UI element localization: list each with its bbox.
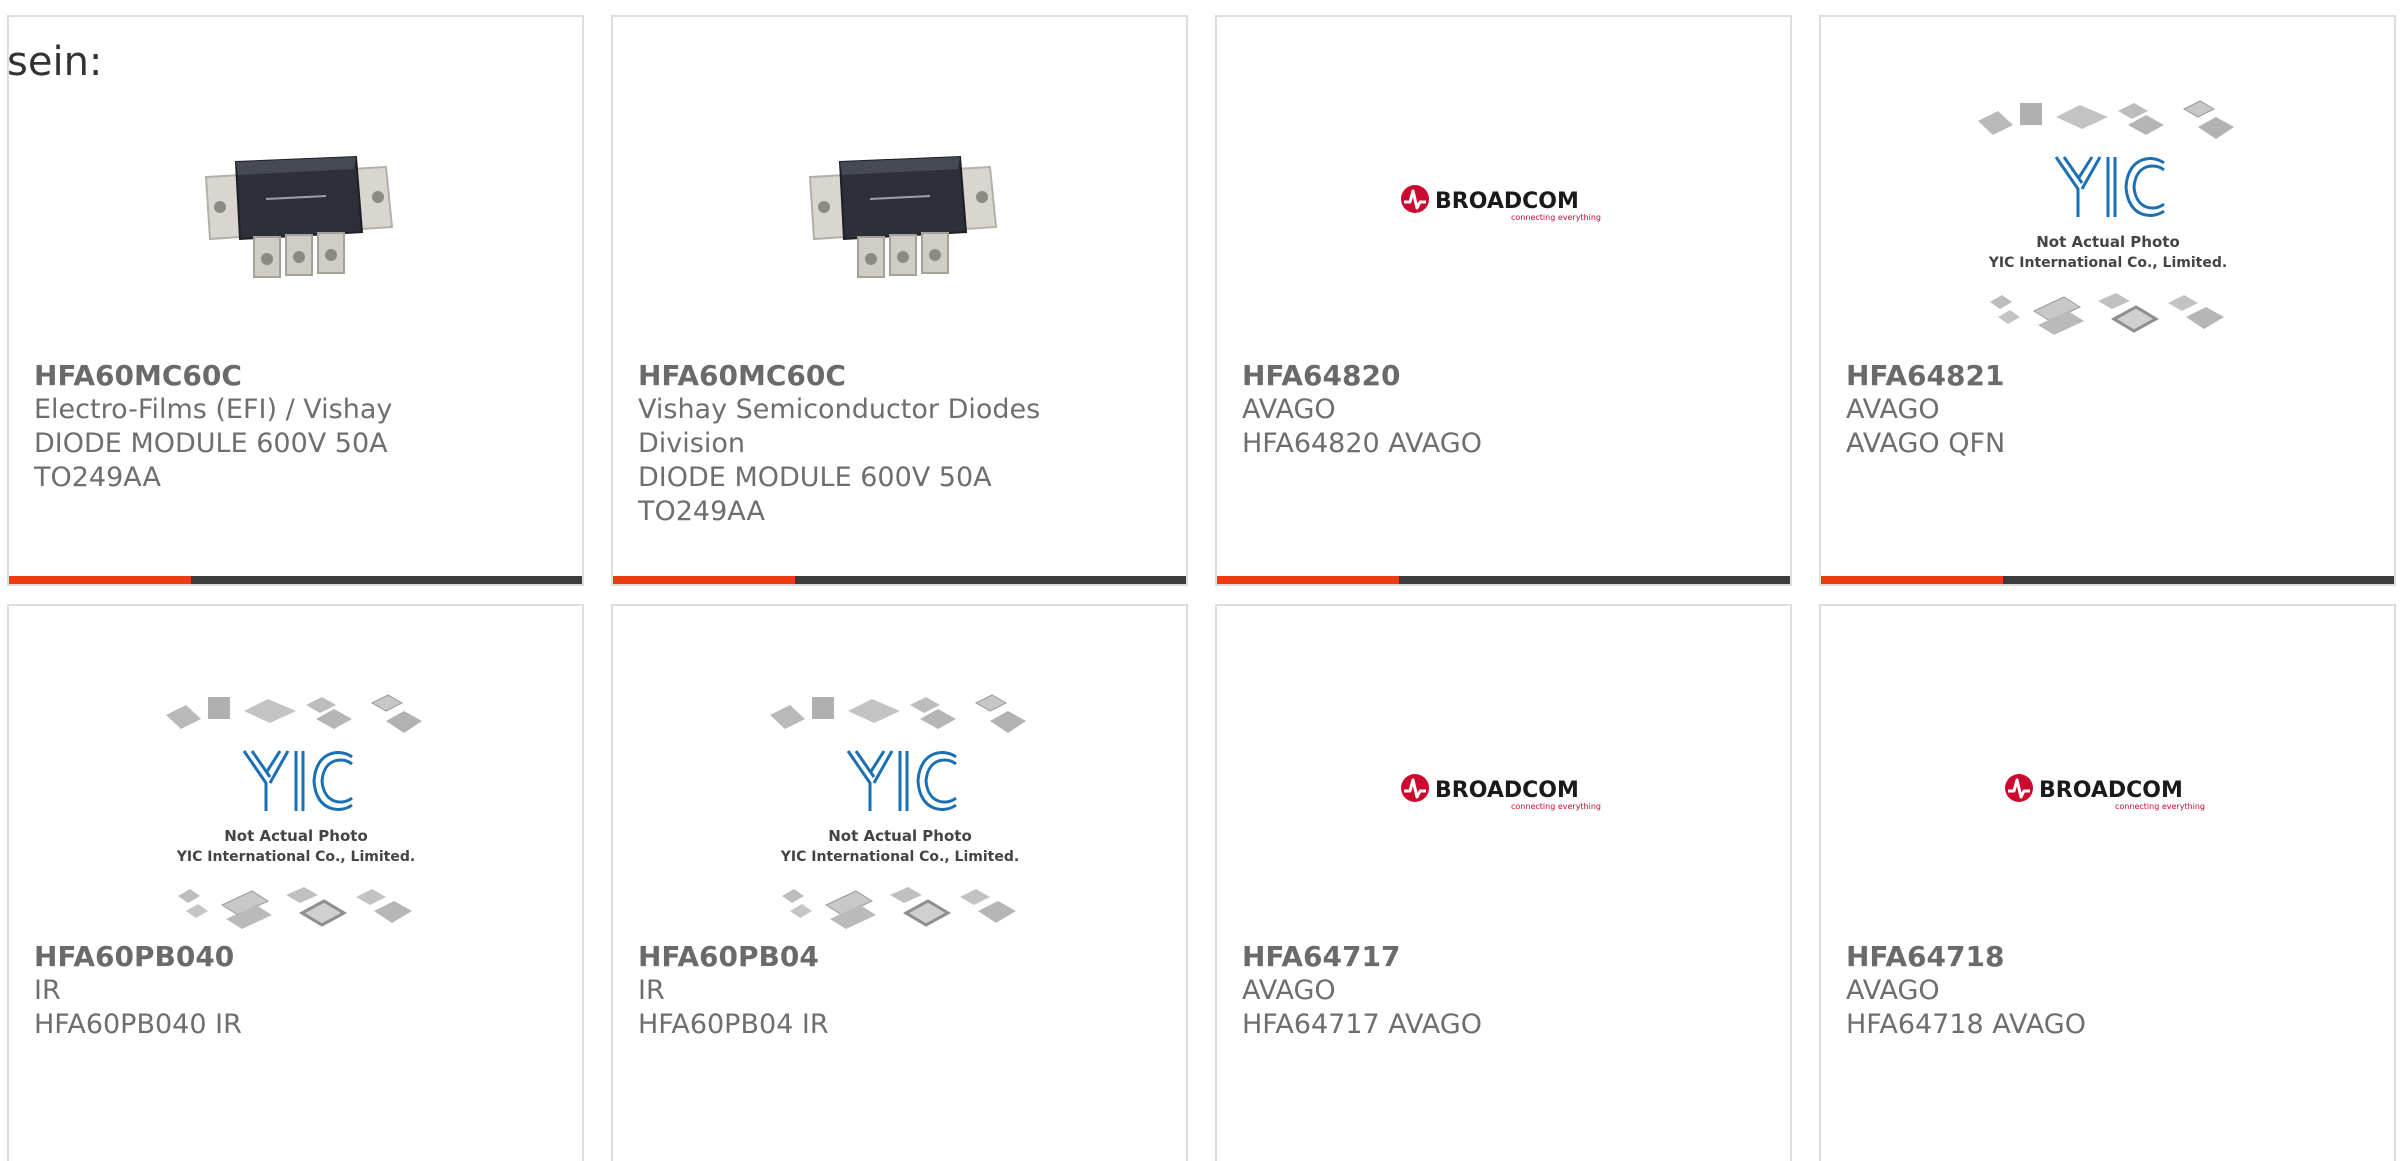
yic-placeholder-image: Not Actual Photo YIC International Co., … [165, 694, 422, 929]
product-card[interactable]: BROADCOM connecting everything HFA64718 A… [1819, 604, 2396, 1161]
part-number[interactable]: HFA64718 [1846, 940, 2374, 974]
yic-monogram [2054, 156, 2165, 217]
product-detail-line: DIODE MODULE 600V 50A [34, 428, 388, 459]
yic-placeholder-image: Not Actual Photo YIC International Co., … [769, 694, 1026, 929]
product-thumbnail[interactable]: BROADCOM connecting everything [1821, 686, 2394, 896]
broadcom-logo: BROADCOM connecting everything [2004, 774, 2205, 811]
placeholder-caption-1: Not Actual Photo [828, 827, 972, 845]
card-bar-accent [613, 576, 795, 584]
card-bar-dark [2003, 576, 2394, 584]
part-number[interactable]: HFA60PB040 [34, 940, 562, 974]
diode-module-photo [799, 107, 1000, 297]
product-detail-line: DIODE MODULE 600V 50A [638, 462, 992, 493]
product-detail-line: IR [638, 975, 665, 1006]
product-detail-line: IR [34, 975, 61, 1006]
broadcom-wordmark: BROADCOM [1435, 189, 1579, 214]
card-bar-dark [1399, 576, 1790, 584]
product-detail-line: AVAGO [1846, 394, 1940, 425]
part-number[interactable]: HFA64717 [1242, 940, 1770, 974]
product-detail-line: Electro-Films (EFI) / Vishay [34, 394, 393, 425]
product-card[interactable]: BROADCOM connecting everything HFA64717 A… [1215, 604, 1792, 1161]
card-bottom-bar [9, 576, 582, 584]
product-thumbnail[interactable]: BROADCOM connecting everything [1217, 686, 1790, 896]
placeholder-caption-2: YIC International Co., Limited. [779, 849, 1018, 865]
card-bottom-bar [1821, 576, 2394, 584]
broadcom-wordmark: BROADCOM [1435, 778, 1579, 803]
product-detail-line: HFA60PB04 IR [638, 1009, 829, 1040]
product-info: HFA64821 AVAGO AVAGO QFN [1846, 359, 2374, 461]
placeholder-caption-2: YIC International Co., Limited. [1987, 255, 2226, 271]
leading-text: sein: [7, 39, 103, 85]
product-grid-page: sein: HFA60MC60C Electro-Films (EFI) / Vi… [0, 0, 2400, 1161]
product-detail-line: AVAGO [1846, 975, 1940, 1006]
product-detail-line: Division [638, 428, 745, 459]
product-thumbnail[interactable] [613, 87, 1186, 297]
product-detail-line: AVAGO QFN [1846, 428, 2006, 459]
broadcom-tagline: connecting everything [2115, 802, 2205, 811]
product-detail-line: HFA64820 AVAGO [1242, 428, 1482, 459]
product-detail-line: TO249AA [638, 496, 765, 527]
product-detail-line: HFA60PB040 IR [34, 1009, 242, 1040]
product-info: HFA64717 AVAGO HFA64717 AVAGO [1242, 940, 1770, 1042]
product-thumbnail[interactable]: Not Actual Photo YIC International Co., … [9, 686, 582, 929]
diode-module-photo [195, 107, 396, 297]
product-card[interactable]: HFA60MC60C Vishay Semiconductor Diodes Div… [611, 15, 1188, 586]
product-detail-line: TO249AA [34, 462, 161, 493]
broadcom-tagline: connecting everything [1511, 213, 1601, 222]
product-detail-line: AVAGO [1242, 394, 1336, 425]
part-number[interactable]: HFA60MC60C [638, 359, 1166, 393]
product-card[interactable]: Not Actual Photo YIC International Co., … [1819, 15, 2396, 586]
product-thumbnail[interactable]: BROADCOM connecting everything [1217, 87, 1790, 297]
product-thumbnail[interactable] [9, 87, 582, 297]
product-detail-line: HFA64717 AVAGO [1242, 1009, 1482, 1040]
product-info: HFA60PB040 IR HFA60PB040 IR [34, 940, 562, 1042]
placeholder-caption-1: Not Actual Photo [224, 827, 368, 845]
part-number[interactable]: HFA64821 [1846, 359, 2374, 393]
product-card[interactable]: Not Actual Photo YIC International Co., … [7, 604, 584, 1161]
broadcom-wordmark: BROADCOM [2039, 778, 2183, 803]
card-bottom-bar [1217, 576, 1790, 584]
card-bar-accent [1821, 576, 2003, 584]
product-info: HFA60MC60C Vishay Semiconductor Diodes Div… [638, 359, 1166, 529]
product-thumbnail[interactable]: Not Actual Photo YIC International Co., … [1821, 87, 2394, 335]
product-card[interactable]: Not Actual Photo YIC International Co., … [611, 604, 1188, 1161]
product-info: HFA60MC60C Electro-Films (EFI) / Vishay DI… [34, 359, 562, 495]
card-bar-accent [1217, 576, 1399, 584]
yic-monogram [846, 750, 957, 811]
placeholder-caption-2: YIC International Co., Limited. [175, 849, 414, 865]
product-info: HFA64718 AVAGO HFA64718 AVAGO [1846, 940, 2374, 1042]
product-card[interactable]: BROADCOM connecting everything HFA64820 A… [1215, 15, 1792, 586]
product-detail-line: AVAGO [1242, 975, 1336, 1006]
product-card[interactable]: HFA60MC60C Electro-Films (EFI) / Vishay DI… [7, 15, 584, 586]
card-bar-accent [9, 576, 191, 584]
placeholder-caption-1: Not Actual Photo [2036, 233, 2180, 251]
product-detail-line: Vishay Semiconductor Diodes [638, 394, 1041, 425]
card-bar-dark [191, 576, 582, 584]
card-bar-dark [795, 576, 1186, 584]
product-detail-line: HFA64718 AVAGO [1846, 1009, 2086, 1040]
product-info: HFA64820 AVAGO HFA64820 AVAGO [1242, 359, 1770, 461]
part-number[interactable]: HFA64820 [1242, 359, 1770, 393]
card-bottom-bar [613, 576, 1186, 584]
broadcom-tagline: connecting everything [1511, 802, 1601, 811]
yic-monogram [242, 750, 353, 811]
part-number[interactable]: HFA60PB04 [638, 940, 1166, 974]
part-number[interactable]: HFA60MC60C [34, 359, 562, 393]
broadcom-logo: BROADCOM connecting everything [1400, 185, 1601, 222]
product-info: HFA60PB04 IR HFA60PB04 IR [638, 940, 1166, 1042]
broadcom-logo: BROADCOM connecting everything [1400, 774, 1601, 811]
product-thumbnail[interactable]: Not Actual Photo YIC International Co., … [613, 686, 1186, 929]
yic-placeholder-image: Not Actual Photo YIC International Co., … [1977, 100, 2234, 335]
